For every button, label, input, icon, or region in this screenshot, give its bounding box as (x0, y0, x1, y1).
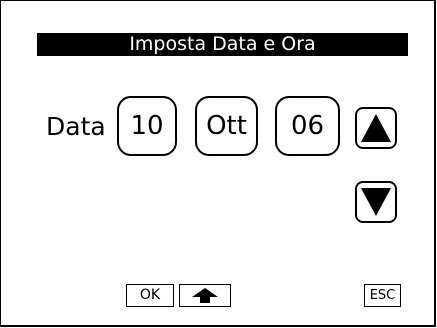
year-field[interactable]: 06 (275, 96, 340, 156)
shift-button[interactable] (179, 284, 231, 307)
date-label: Data (46, 112, 106, 141)
arrow-up-icon (192, 288, 218, 303)
page-title: Imposta Data e Ora (37, 33, 408, 56)
month-field[interactable]: Ott (195, 96, 258, 156)
triangle-down-icon (361, 188, 391, 216)
increase-button[interactable] (355, 107, 397, 149)
decrease-button[interactable] (355, 181, 397, 223)
day-field[interactable]: 10 (117, 96, 177, 156)
ok-button[interactable]: OK (126, 284, 174, 307)
esc-button[interactable]: ESC (364, 284, 401, 307)
triangle-up-icon (361, 114, 391, 142)
